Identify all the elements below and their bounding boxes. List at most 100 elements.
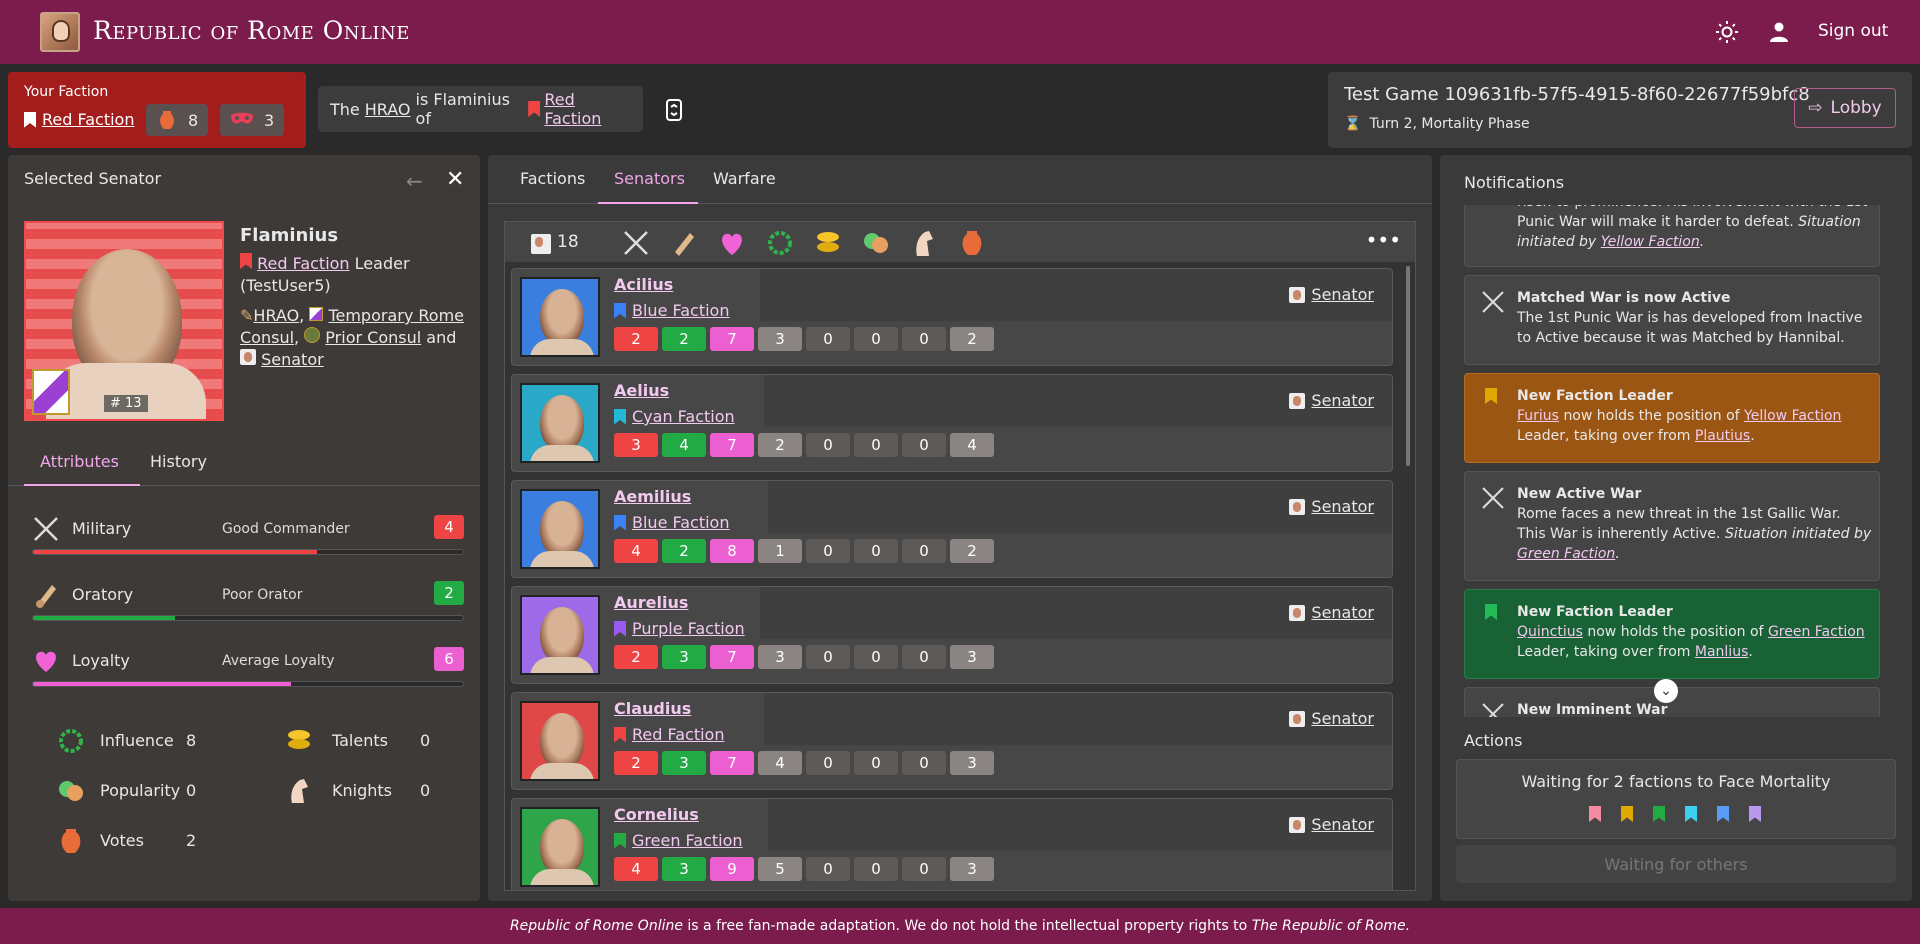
turn-info: ⌛ Turn 2, Mortality Phase (1344, 116, 1530, 132)
sort-votes-icon[interactable] (957, 228, 987, 258)
sort-influence-icon[interactable] (765, 228, 795, 258)
senator-name[interactable]: Aelius (614, 381, 669, 400)
senator-row[interactable]: Claudius Red Faction Senator 2 3 7 4 0 0 0 3 (511, 692, 1393, 790)
senator-stats: 34720004 (614, 433, 994, 457)
senator-icon (1289, 392, 1306, 409)
senator-stat-value: 0 (806, 327, 850, 351)
more-options-icon[interactable]: ••• (1366, 228, 1401, 252)
senator-row[interactable]: Aelius Cyan Faction Senator 3 4 7 2 0 0 0 4 (511, 374, 1393, 472)
sign-out-button[interactable]: Sign out (1818, 21, 1888, 41)
scroll-down-icon[interactable]: ⌄ (1654, 679, 1678, 703)
senator-portrait[interactable] (520, 383, 600, 463)
senator-role: Senator (1289, 603, 1374, 622)
faction-flag-icon (1717, 806, 1731, 824)
scroll-icon: ✎ (240, 306, 254, 325)
senator-stat-value: 1 (758, 539, 802, 563)
waiting-for-others-button[interactable]: Waiting for others (1456, 845, 1896, 883)
swap-icon[interactable] (662, 98, 686, 122)
senator-role: Senator (1289, 285, 1374, 304)
your-faction-name[interactable]: Red Faction (24, 110, 134, 129)
senator-titles: ✎HRAO, Temporary Rome Consul, Prior Cons… (240, 306, 464, 369)
tab-warfare[interactable]: Warfare (713, 169, 776, 188)
sort-loyalty-icon[interactable] (717, 228, 747, 258)
senator-portrait[interactable] (520, 595, 600, 675)
senator-portrait[interactable] (520, 701, 600, 781)
crossed-swords-icon (1482, 487, 1504, 509)
notification-item: risen to prominence. His involvement wit… (1464, 205, 1880, 267)
senator-stat-value: 3 (758, 645, 802, 669)
tab-history[interactable]: History (150, 452, 207, 471)
senator-stat-value: 7 (710, 327, 754, 351)
list-header: 18 ••• (505, 222, 1415, 262)
senator-stat-value: 3 (614, 433, 658, 457)
senator-portrait[interactable] (520, 277, 600, 357)
senator-name[interactable]: Cornelius (614, 805, 699, 824)
faction-flag-icon (24, 112, 36, 128)
sort-popularity-icon[interactable] (861, 228, 891, 258)
senator-portrait[interactable] (520, 807, 600, 887)
senator-stats: 42810002 (614, 539, 994, 563)
senator-name[interactable]: Claudius (614, 699, 691, 718)
tab-senators[interactable]: Senators (614, 169, 685, 188)
senator-stat-value: 2 (758, 433, 802, 457)
senator-stat-value: 0 (854, 751, 898, 775)
senator-name[interactable]: Aemilius (614, 487, 691, 506)
top-bar: Republic of Rome Online Sign out (0, 0, 1920, 64)
sun-icon[interactable] (1715, 20, 1739, 44)
laurel-icon (59, 729, 83, 753)
app-title[interactable]: Republic of Rome Online (93, 16, 410, 45)
faction-flag-icon (1749, 806, 1763, 824)
senator-faction: Red Faction (614, 725, 724, 744)
vase-icon (160, 111, 174, 129)
attr-fill (33, 550, 317, 554)
sort-knights-icon[interactable] (909, 228, 939, 258)
senator-row[interactable]: Acilius Blue Faction Senator 2 2 7 3 0 0 0 2 (511, 268, 1393, 366)
theater-masks-icon (59, 781, 83, 801)
senator-name: Flaminius (240, 225, 339, 246)
senator-stat-value: 0 (902, 645, 946, 669)
your-faction-label: Your Faction (24, 84, 109, 100)
faction-flag-icon (1621, 806, 1635, 824)
senator-icon (1289, 604, 1306, 621)
tab-attributes[interactable]: Attributes (40, 452, 119, 471)
senator-role: Senator (1289, 391, 1374, 410)
sort-military-icon[interactable] (621, 228, 651, 258)
senator-count: 18 (557, 232, 579, 252)
waiting-text: Waiting for 2 factions to Face Mortality (1521, 772, 1831, 791)
back-arrow-icon[interactable]: ← (406, 169, 423, 193)
faction-flag-icon (1685, 806, 1699, 824)
senator-faction: Red Faction Leader (TestUser5) (240, 253, 410, 295)
senator-row[interactable]: Cornelius Green Faction Senator 4 3 9 5 0 0 0 3 (511, 798, 1393, 890)
red-flag-icon (240, 253, 252, 269)
panel-title: Selected Senator (24, 169, 162, 188)
sort-oratory-icon[interactable] (669, 228, 699, 258)
senator-faction: Green Faction (614, 831, 743, 850)
senator-row[interactable]: Aemilius Blue Faction Senator 4 2 8 1 0 0 0 2 (511, 480, 1393, 578)
senator-stat-value: 0 (806, 751, 850, 775)
senator-stat-value: 0 (854, 327, 898, 351)
app-logo[interactable] (40, 12, 80, 52)
close-icon[interactable]: ✕ (446, 167, 464, 192)
waiting-box: Waiting for 2 factions to Face Mortality (1456, 759, 1896, 839)
list-scrollbar[interactable] (1403, 262, 1413, 888)
user-icon[interactable] (1767, 20, 1791, 44)
attribute-loyalty: Loyalty Average Loyalty 6 (32, 645, 464, 695)
mask-icon (231, 112, 253, 124)
lobby-button[interactable]: ⇨ Lobby (1794, 88, 1896, 128)
senator-row[interactable]: Aurelius Purple Faction Senator 2 3 7 3 0 0 0 3 (511, 586, 1393, 684)
game-info: Test Game 109631fb-57f5-4915-8f60-22677f… (1328, 72, 1912, 148)
senator-list: 18 ••• Acilius Blue Faction Senator 2 2 7 3 0 0 0… (504, 221, 1416, 891)
senator-icon (1289, 816, 1306, 833)
prior-consul-icon (304, 327, 321, 343)
senator-stat-value: 4 (950, 433, 994, 457)
senator-stat-value: 0 (902, 433, 946, 457)
senator-stat-value: 3 (950, 857, 994, 881)
senator-portrait[interactable] (520, 489, 600, 569)
tab-factions[interactable]: Factions (520, 169, 585, 188)
senator-name[interactable]: Aurelius (614, 593, 688, 612)
senator-name[interactable]: Acilius (614, 275, 673, 294)
senator-role: Senator (1289, 815, 1374, 834)
attr-value: 4 (434, 515, 464, 539)
senator-stat-value: 2 (662, 539, 706, 563)
sort-talents-icon[interactable] (813, 228, 843, 258)
